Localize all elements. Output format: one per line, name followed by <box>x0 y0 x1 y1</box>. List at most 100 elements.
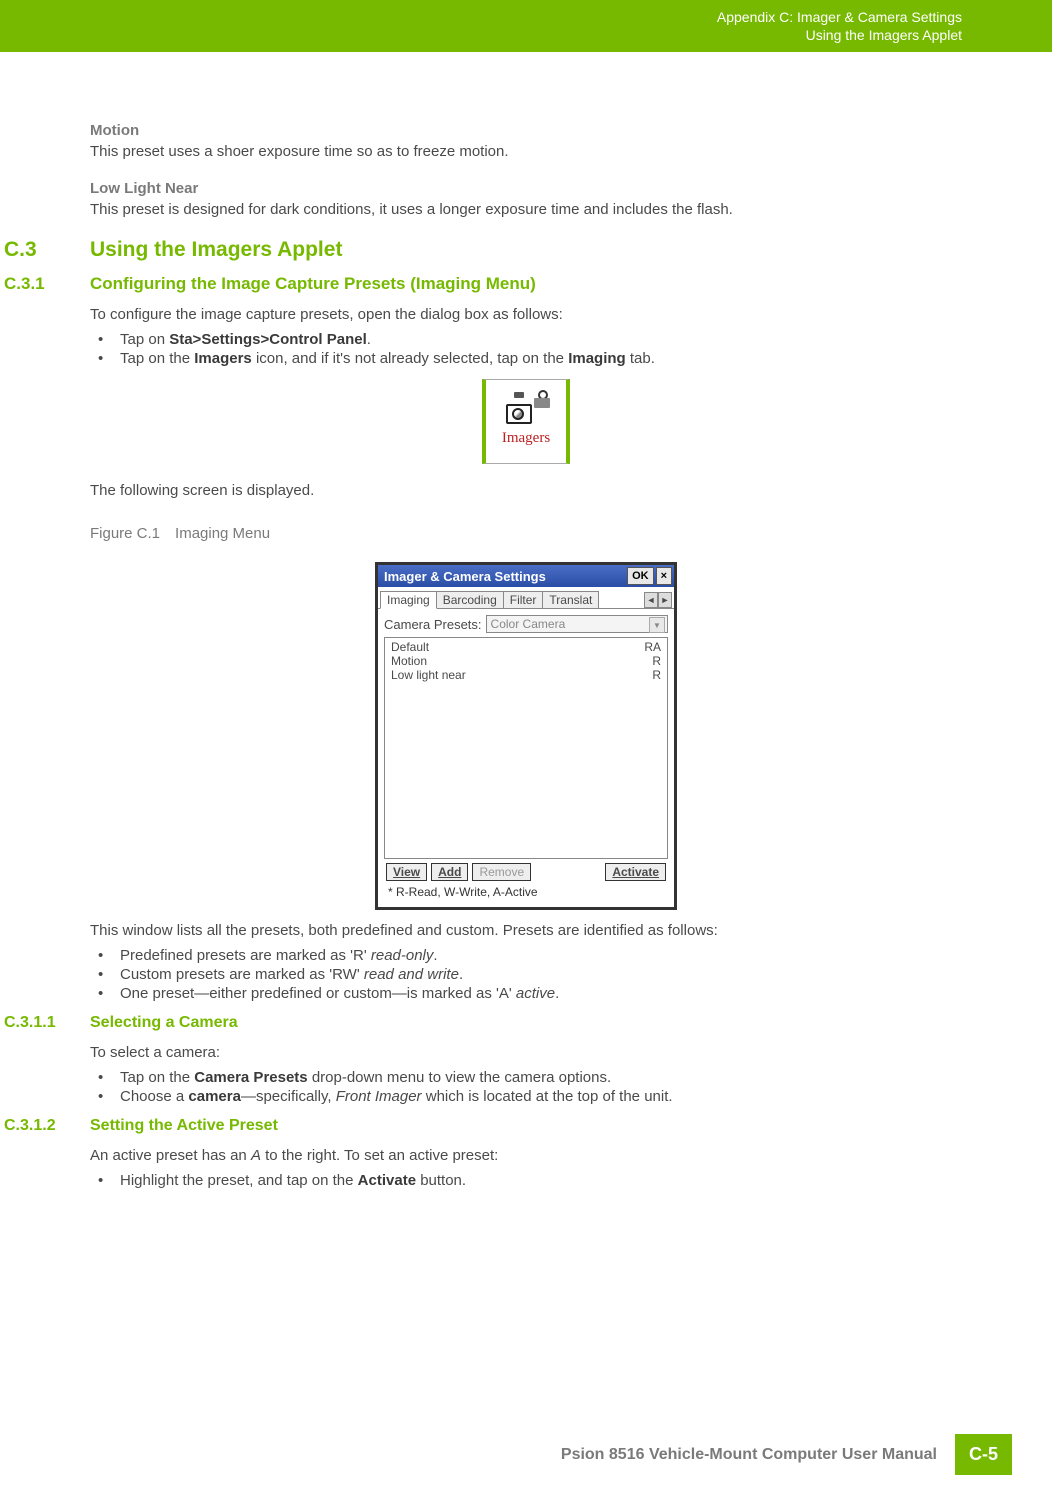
page-header-bar: Appendix C: Imager & Camera Settings Usi… <box>0 0 1052 52</box>
bold-text: Imagers <box>194 350 252 367</box>
camera-presets-dropdown[interactable]: Color Camera <box>486 615 668 633</box>
header-line-1: Appendix C: Imager & Camera Settings <box>0 8 962 26</box>
list-item[interactable]: Default RA <box>387 640 665 654</box>
manual-title: Psion 8516 Vehicle-Mount Computer User M… <box>561 1446 937 1464</box>
list-item[interactable]: Low light near R <box>387 668 665 682</box>
preset-flag: R <box>652 654 661 668</box>
add-button[interactable]: Add <box>431 863 468 881</box>
text: Tap on <box>120 331 169 348</box>
bold-text: Activate <box>358 1172 416 1189</box>
c31-preset-legend: Predefined presets are marked as 'R' rea… <box>90 947 962 1002</box>
text: . <box>555 985 559 1002</box>
text: tab. <box>626 350 655 367</box>
dialog-button-row: View Add Remove Activate <box>384 859 668 885</box>
text: One preset—either predefined or custom—i… <box>120 985 516 1002</box>
tab-translations[interactable]: Translat <box>542 591 599 608</box>
list-item[interactable]: Motion R <box>387 654 665 668</box>
legend-footnote: * R-Read, W-Write, A-Active <box>384 885 668 903</box>
text: Highlight the preset, and tap on the <box>120 1172 358 1189</box>
figure-c1-label: Figure C.1 Imaging Menu <box>90 525 962 542</box>
preset-flag: RA <box>644 640 661 654</box>
motion-title: Motion <box>90 122 962 139</box>
list-item: One preset—either predefined or custom—i… <box>90 985 962 1002</box>
c31-intro: To configure the image capture presets, … <box>90 306 962 323</box>
ok-button[interactable]: OK <box>627 567 654 585</box>
text: Predefined presets are marked as 'R' <box>120 947 371 964</box>
tab-imaging[interactable]: Imaging <box>380 591 437 609</box>
tab-barcoding[interactable]: Barcoding <box>436 591 504 608</box>
section-c31-number: C.3.1 <box>4 274 64 294</box>
dialog-titlebar: Imager & Camera Settings OK × <box>378 565 674 587</box>
text: An active preset has an <box>90 1147 251 1164</box>
text: . <box>367 331 371 348</box>
list-item: Tap on the Imagers icon, and if it's not… <box>90 350 962 367</box>
italic-text: read-only <box>371 947 434 964</box>
list-item: Choose a camera—specifically, Front Imag… <box>90 1088 962 1105</box>
list-item: Tap on the Camera Presets drop-down menu… <box>90 1069 962 1086</box>
tab-scroll-right[interactable]: ► <box>658 592 672 608</box>
dialog-panel: Camera Presets: Color Camera Default RA … <box>378 609 674 907</box>
tab-scroll-left[interactable]: ◄ <box>644 592 658 608</box>
text: which is located at the top of the unit. <box>422 1088 673 1105</box>
italic-text: read and write <box>364 966 459 983</box>
c312-steps: Highlight the preset, and tap on the Act… <box>90 1172 962 1189</box>
page-footer: Psion 8516 Vehicle-Mount Computer User M… <box>0 1434 1052 1475</box>
imagers-icon: Imagers <box>482 379 570 464</box>
italic-text: Front Imager <box>336 1088 422 1105</box>
text: Tap on the <box>120 350 194 367</box>
c311-intro: To select a camera: <box>90 1044 962 1061</box>
list-item: Tap on Sta>Settings>Control Panel. <box>90 331 962 348</box>
imagers-icon-figure: Imagers <box>90 379 962 464</box>
bold-text: Camera Presets <box>194 1069 307 1086</box>
c31-after-icon: The following screen is displayed. <box>90 482 962 499</box>
bold-text: Imaging <box>568 350 626 367</box>
presets-listbox[interactable]: Default RA Motion R Low light near R <box>384 637 668 859</box>
dialog-title: Imager & Camera Settings <box>384 569 625 584</box>
text: Custom presets are marked as 'RW' <box>120 966 364 983</box>
camera-presets-row: Camera Presets: Color Camera <box>384 615 668 633</box>
bold-text: Sta>Settings>Control Panel <box>169 331 367 348</box>
camera-icon <box>506 396 546 424</box>
text: Tap on the <box>120 1069 194 1086</box>
close-button[interactable]: × <box>656 567 672 585</box>
section-c312-heading: C.3.1.2 Setting the Active Preset <box>4 1117 962 1135</box>
preset-flag: R <box>652 668 661 682</box>
text: . <box>459 966 463 983</box>
section-c311-number: C.3.1.1 <box>4 1014 64 1032</box>
lowlight-title: Low Light Near <box>90 180 962 197</box>
section-c312-title: Setting the Active Preset <box>90 1117 278 1135</box>
motion-preset-block: Motion This preset uses a shoer exposure… <box>90 122 962 160</box>
text: button. <box>416 1172 466 1189</box>
list-item: Custom presets are marked as 'RW' read a… <box>90 966 962 983</box>
section-c311-heading: C.3.1.1 Selecting a Camera <box>4 1014 962 1032</box>
preset-name: Low light near <box>391 668 466 682</box>
c31-after-fig: This window lists all the presets, both … <box>90 922 962 939</box>
c311-steps: Tap on the Camera Presets drop-down menu… <box>90 1069 962 1105</box>
bold-text: camera <box>188 1088 241 1105</box>
view-button[interactable]: View <box>386 863 427 881</box>
italic-text: A <box>251 1147 261 1164</box>
camera-presets-label: Camera Presets: <box>384 617 482 632</box>
dialog-window: Imager & Camera Settings OK × Imaging Ba… <box>375 562 677 910</box>
page-number-badge: C-5 <box>955 1434 1012 1475</box>
preset-name: Default <box>391 640 429 654</box>
c312-intro: An active preset has an A to the right. … <box>90 1147 962 1164</box>
page-content: Motion This preset uses a shoer exposure… <box>0 52 1052 1189</box>
activate-button[interactable]: Activate <box>605 863 666 881</box>
text: . <box>433 947 437 964</box>
tab-filter[interactable]: Filter <box>503 591 544 608</box>
imaging-menu-screenshot: Imager & Camera Settings OK × Imaging Ba… <box>90 562 962 910</box>
dialog-tabs: Imaging Barcoding Filter Translat ◄ ► <box>378 587 674 609</box>
c31-steps: Tap on Sta>Settings>Control Panel. Tap o… <box>90 331 962 367</box>
lowlight-desc: This preset is designed for dark conditi… <box>90 201 962 218</box>
section-c31-title: Configuring the Image Capture Presets (I… <box>90 274 536 294</box>
text: drop-down menu to view the camera option… <box>308 1069 612 1086</box>
motion-desc: This preset uses a shoer exposure time s… <box>90 143 962 160</box>
tab-scroll-buttons: ◄ ► <box>644 592 672 608</box>
header-line-2: Using the Imagers Applet <box>0 26 962 44</box>
remove-button[interactable]: Remove <box>472 863 531 881</box>
section-c3-number: C.3 <box>4 238 64 262</box>
preset-name: Motion <box>391 654 427 668</box>
lowlight-preset-block: Low Light Near This preset is designed f… <box>90 180 962 218</box>
section-c31-heading: C.3.1 Configuring the Image Capture Pres… <box>4 274 962 294</box>
